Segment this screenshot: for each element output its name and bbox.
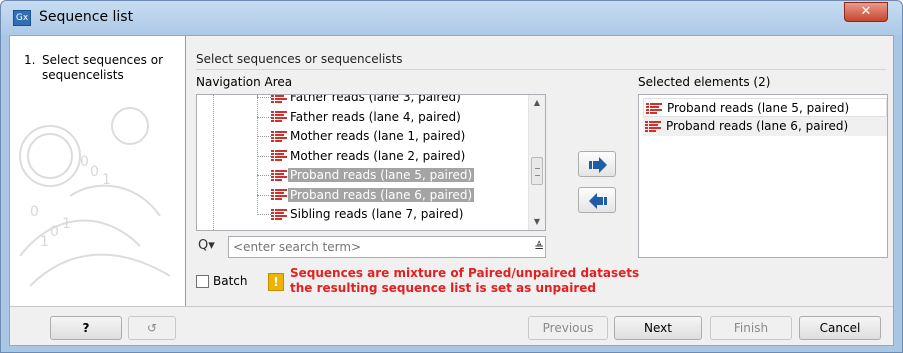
tree-item-label: Father reads (lane 4, paired) [290,109,461,124]
finish-button[interactable]: Finish [710,316,792,340]
navigation-tree[interactable]: Father reads (lane 3, paired) Father read… [196,94,546,231]
tree-guide-line [213,95,214,230]
previous-button[interactable]: Previous [528,316,608,340]
svg-text:0: 0 [90,164,99,180]
search-row: Q▾ ≜ [196,236,548,258]
scroll-down-icon[interactable]: ▼ [529,214,545,230]
tree-connector [257,116,271,118]
tree-item-label: Proband reads (lane 5, paired) [288,168,475,182]
list-item[interactable]: Proband reads (lane 5, paired) [643,98,887,117]
sequence-list-icon [271,189,287,200]
sequence-list-icon [271,150,287,161]
tree-item-label: Proband reads (lane 6, paired) [288,187,475,202]
navigation-area-label: Navigation Area [196,75,293,89]
steps-panel: 1. Select sequences or sequencelists 001 … [10,36,186,306]
next-button[interactable]: Next [614,316,702,340]
close-button[interactable]: ✕ [844,2,888,22]
search-options-icon[interactable]: ≜ [534,240,544,254]
tree-item[interactable]: Sibling reads (lane 7, paired) [257,205,465,223]
page-header: Select sequences or sequencelists [196,52,403,66]
tree-item[interactable]: Proband reads (lane 5, paired) [257,166,475,184]
tree-scrollbar[interactable]: ▲ ▼ [528,95,545,230]
window-title: Sequence list [39,9,134,25]
tree-connector [257,175,271,176]
remove-from-selection-button[interactable] [578,187,616,213]
selected-elements-label: Selected elements (2) [638,75,771,89]
svg-text:0: 0 [50,224,59,240]
sequence-list-icon [271,169,287,181]
tree-item-label: Father reads (lane 3, paired) [290,94,461,104]
tree-item-label: Mother reads (lane 2, paired) [290,148,466,163]
tree-item-label: Sibling reads (lane 7, paired) [290,207,464,221]
svg-text:1: 1 [40,234,49,250]
batch-label: Batch [213,274,248,288]
svg-text:0: 0 [80,154,89,170]
tree-item[interactable]: Father reads (lane 3, paired) [257,94,463,106]
cancel-button[interactable]: Cancel [799,316,881,340]
svg-text:1: 1 [102,172,111,188]
sequence-list-icon [645,120,661,132]
warning-message: Sequences are mixture of Paired/unpaired… [290,266,639,296]
tree-connector [257,214,271,215]
warning-line-1: Sequences are mixture of Paired/unpaired… [290,266,640,280]
decorative-watermark: 00 1 10 1 0 [19,107,171,287]
list-item[interactable]: Proband reads (lane 6, paired) [643,117,887,136]
sequence-list-icon [271,95,287,103]
sequence-list-icon [271,130,287,142]
help-button[interactable]: ? [50,316,122,340]
list-item-label: Proband reads (lane 5, paired) [667,101,850,115]
dialog-body: 1. Select sequences or sequencelists 001 … [9,35,894,346]
batch-checkbox[interactable]: Batch [196,274,248,288]
search-input[interactable] [228,236,546,258]
add-to-selection-button[interactable] [578,151,616,177]
tree-connector [257,136,271,137]
tree-connector [257,97,271,98]
selected-elements-list[interactable]: Proband reads (lane 5, paired) Proband r… [638,94,888,258]
arrow-left-icon [589,193,607,209]
button-bar-divider [10,306,893,307]
checkbox-icon[interactable] [196,275,209,288]
step-label: Select sequences or sequencelists [42,53,164,82]
title-bar[interactable]: Gx Sequence list ✕ [1,1,902,35]
svg-text:0: 0 [30,204,39,220]
warning-line-2: the resulting sequence list is set as un… [290,281,596,295]
step-1: 1. Select sequences or sequencelists [24,53,184,83]
tree-item[interactable]: Mother reads (lane 2, paired) [257,147,467,165]
tree-item[interactable]: Father reads (lane 4, paired) [257,108,463,126]
search-icon[interactable]: Q▾ [198,238,226,256]
tree-connector [257,194,271,196]
tree-connector [257,155,271,157]
app-logo-icon: Gx [13,10,31,26]
arrow-right-icon [589,157,607,173]
scroll-up-icon[interactable]: ▲ [529,95,545,111]
sequence-list-icon [646,102,662,114]
svg-text:1: 1 [62,216,71,232]
warning-icon: ! [268,273,284,291]
tree-item[interactable]: Mother reads (lane 1, paired) [257,127,467,145]
tree-item-label: Mother reads (lane 1, paired) [290,129,466,143]
header-divider [196,69,886,70]
list-item-label: Proband reads (lane 6, paired) [666,119,849,133]
scroll-thumb[interactable] [531,157,543,185]
sequence-list-icon [271,208,287,220]
main-panel: Select sequences or sequencelists Naviga… [192,36,892,306]
tree-item[interactable]: Proband reads (lane 6, paired) [257,186,475,204]
reset-button[interactable]: ↺ [128,316,176,340]
sequence-list-icon [271,111,287,122]
step-number: 1. [24,53,36,67]
sequence-list-dialog: Gx Sequence list ✕ 1. Select sequences or… [0,0,903,353]
